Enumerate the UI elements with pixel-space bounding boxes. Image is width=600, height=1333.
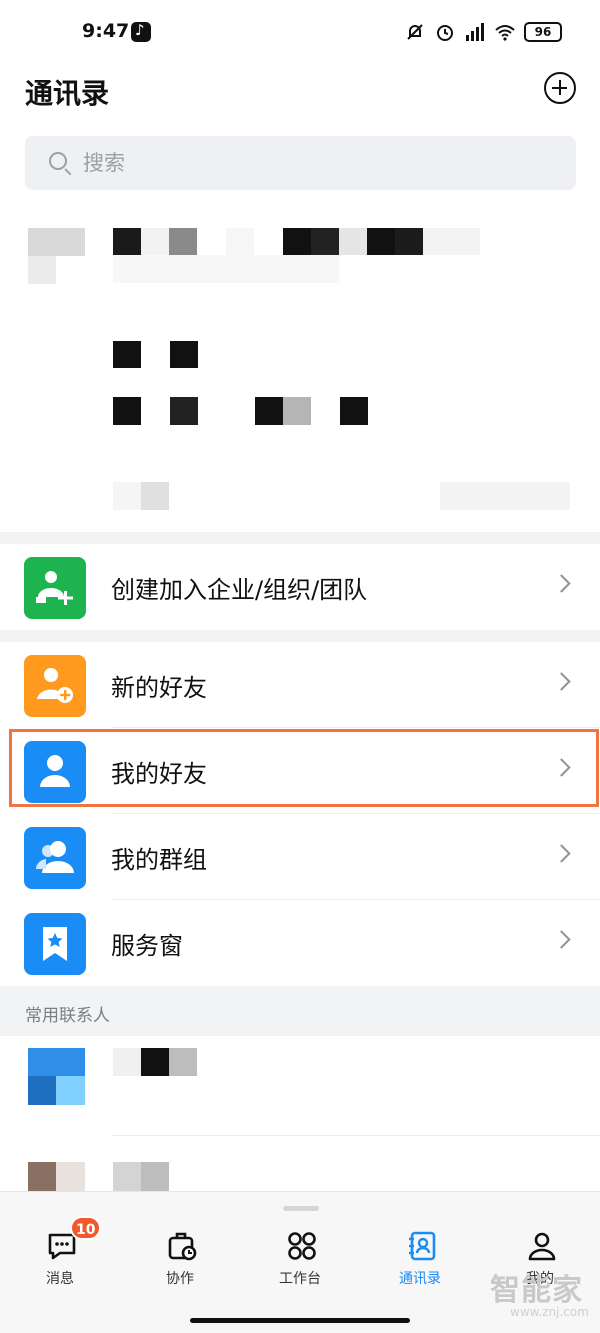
status-bar: 9:47 96	[0, 0, 600, 66]
redacted-block	[170, 341, 198, 368]
nav-workbench[interactable]: 工作台	[250, 1230, 350, 1290]
battery-indicator: 96	[524, 22, 562, 42]
create-org-label: 创建加入企业/组织/团队	[111, 576, 368, 604]
redacted-block	[113, 397, 141, 425]
service-window-label: 服务窗	[111, 932, 183, 960]
home-indicator[interactable]	[190, 1318, 410, 1323]
new-friends-label: 新的好友	[111, 674, 207, 702]
redacted-org-area	[0, 200, 600, 532]
my-groups-label: 我的群组	[111, 846, 207, 874]
alarm-icon	[437, 25, 453, 41]
redacted-block	[283, 228, 311, 255]
group-icon	[24, 827, 86, 889]
redacted-block	[339, 228, 367, 255]
contact-avatar-part	[28, 1076, 56, 1105]
redacted-block	[113, 255, 339, 283]
search-box[interactable]	[25, 136, 576, 190]
redacted-block	[141, 482, 169, 510]
redacted-block	[170, 397, 198, 425]
add-button[interactable]	[544, 72, 576, 104]
redacted-block	[395, 228, 423, 255]
profile-icon	[528, 1232, 556, 1261]
section-divider	[0, 532, 600, 544]
nav-label: 工作台	[279, 1271, 321, 1287]
redacted-block	[141, 228, 169, 255]
redacted-block	[28, 256, 56, 284]
contact-avatar	[28, 1162, 56, 1191]
contacts-icon	[409, 1231, 436, 1261]
nav-label: 协作	[166, 1271, 194, 1287]
bookmark-star-icon	[24, 913, 86, 975]
watermark-url: www.znj.com	[510, 1305, 589, 1319]
page-title: 通讯录	[25, 77, 110, 110]
chevron-right-icon	[552, 672, 571, 691]
redacted-block	[169, 1048, 197, 1076]
status-time: 9:47	[82, 20, 130, 42]
redacted-block	[283, 397, 311, 425]
workbench-icon	[288, 1232, 316, 1260]
chevron-right-icon	[552, 844, 571, 863]
create-org-row[interactable]: 创建加入企业/组织/团队	[0, 544, 600, 630]
new-friends-row[interactable]: 新的好友	[0, 642, 600, 728]
redacted-block	[141, 1048, 169, 1076]
nav-collab[interactable]: 协作	[130, 1230, 230, 1290]
redacted-block	[113, 1162, 141, 1191]
redacted-block	[113, 482, 141, 510]
contact-row[interactable]	[0, 1036, 600, 1136]
wifi-icon	[495, 25, 515, 41]
redacted-block	[113, 1048, 141, 1076]
signal-icon	[466, 23, 484, 41]
nav-messages[interactable]: 10 消息	[10, 1216, 110, 1290]
contact-avatar-part	[56, 1076, 85, 1105]
status-icons: 96	[404, 21, 562, 43]
redacted-block	[340, 397, 368, 425]
contact-avatar	[28, 1048, 85, 1076]
redacted-block	[367, 228, 395, 255]
redacted-block	[113, 341, 141, 368]
redacted-block	[311, 228, 339, 255]
chevron-right-icon	[552, 758, 571, 777]
chevron-right-icon	[552, 574, 571, 593]
nav-contacts[interactable]: 通讯录	[370, 1230, 470, 1290]
redacted-block	[169, 228, 197, 255]
chevron-right-icon	[552, 930, 571, 949]
contact-avatar-part	[56, 1162, 85, 1191]
nav-label: 消息	[46, 1271, 74, 1287]
redacted-block	[440, 482, 570, 510]
my-friends-label: 我的好友	[111, 760, 207, 788]
redacted-block	[423, 228, 480, 255]
nav-label-active: 通讯录	[399, 1271, 441, 1287]
redacted-block	[141, 1162, 169, 1191]
mute-bell-icon	[407, 24, 423, 40]
frequent-contacts-title: 常用联系人	[25, 1006, 110, 1026]
create-org-icon	[24, 557, 86, 619]
watermark-logo: 智能家	[490, 1273, 583, 1308]
contact-row[interactable]	[0, 1136, 600, 1191]
my-groups-row[interactable]: 我的群组	[0, 814, 600, 900]
add-friend-icon	[24, 655, 86, 717]
section-divider	[0, 630, 600, 642]
redacted-block	[28, 228, 85, 256]
redacted-block	[226, 228, 254, 255]
service-window-row[interactable]: 服务窗	[0, 900, 600, 986]
collab-icon	[168, 1232, 197, 1261]
tiktok-notification-icon	[131, 21, 151, 42]
my-friends-row[interactable]: 我的好友	[0, 728, 600, 814]
search-icon	[49, 152, 67, 170]
redacted-block	[113, 228, 141, 255]
redacted-block	[255, 397, 283, 425]
search-input[interactable]	[83, 145, 543, 181]
friend-icon	[24, 741, 86, 803]
unread-badge: 10	[70, 1216, 102, 1240]
drag-handle[interactable]	[283, 1206, 319, 1211]
